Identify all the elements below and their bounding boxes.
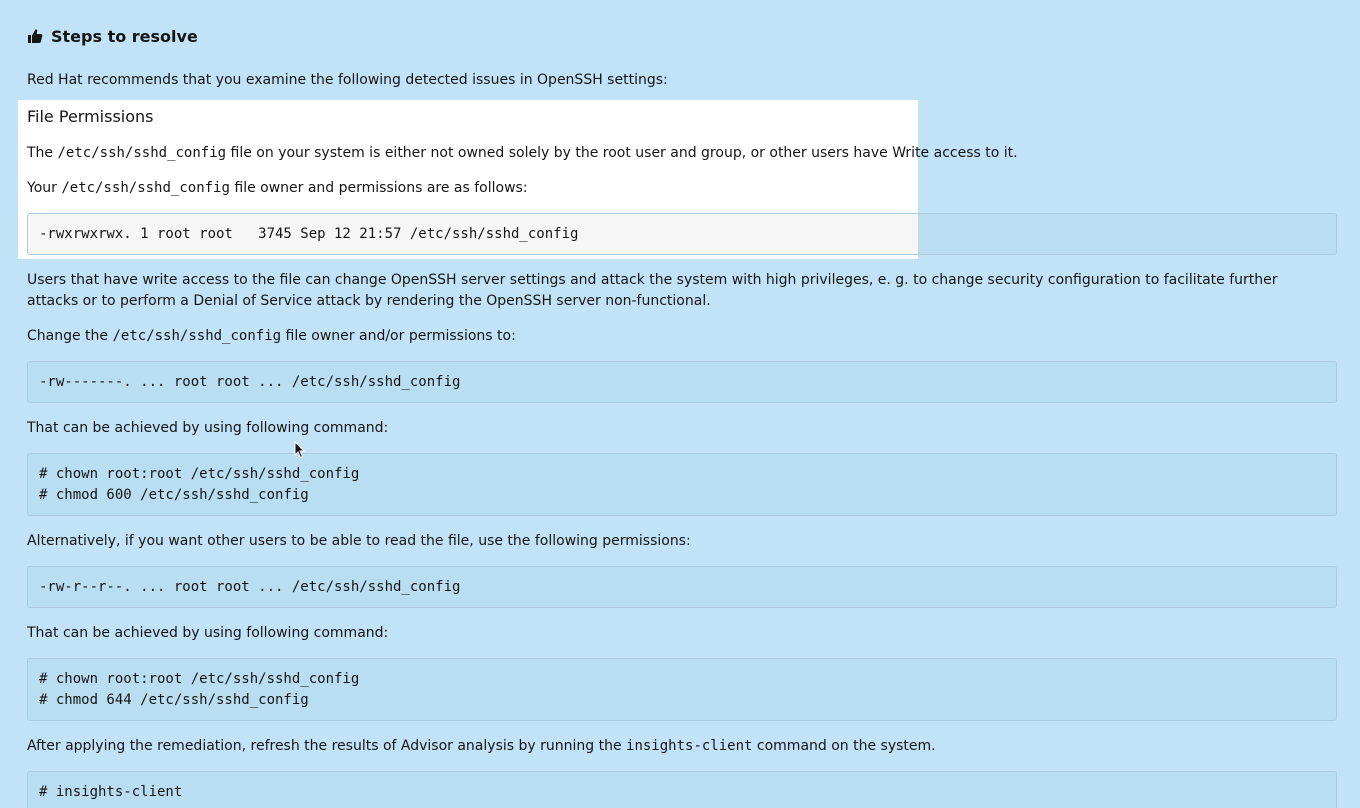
intro-text: Red Hat recommends that you examine the … <box>27 72 668 88</box>
after-remediation-text: After applying the remediation, refresh … <box>27 738 936 754</box>
alternative-text: Alternatively, if you want other users t… <box>27 533 691 549</box>
command-code: insights-client <box>626 738 753 754</box>
owner-line: Your /etc/ssh/sshd_config file owner and… <box>27 180 528 196</box>
section-title: Steps to resolve <box>51 26 198 46</box>
command-block-2[interactable]: # chown root:root /etc/ssh/sshd_config #… <box>27 658 1337 721</box>
final-command-block[interactable]: # insights-client <box>27 771 1337 808</box>
file-permissions-description: The /etc/ssh/sshd_config file on your sy… <box>27 145 1018 161</box>
alternative-permissions-block[interactable]: -rw-r--r--. ... root root ... /etc/ssh/s… <box>27 566 1337 608</box>
path-code: /etc/ssh/sshd_config <box>112 328 282 344</box>
change-line: Change the /etc/ssh/sshd_config file own… <box>27 328 516 344</box>
recommended-permissions-block[interactable]: -rw-------. ... root root ... /etc/ssh/s… <box>27 361 1337 403</box>
risk-text: Users that have write access to the file… <box>27 272 1278 309</box>
command-block-1[interactable]: # chown root:root /etc/ssh/sshd_config #… <box>27 453 1337 516</box>
section-heading: Steps to resolve <box>27 24 198 48</box>
path-code: /etc/ssh/sshd_config <box>61 180 230 196</box>
thumbs-up-icon <box>27 28 43 44</box>
current-permissions-block[interactable]: -rwxrwxrwx. 1 root root 3745 Sep 12 21:5… <box>27 213 1337 255</box>
mouse-cursor-icon <box>294 440 306 459</box>
file-permissions-title: File Permissions <box>27 107 154 126</box>
command-intro-2: That can be achieved by using following … <box>27 625 389 641</box>
path-code: /etc/ssh/sshd_config <box>57 145 227 161</box>
command-intro-1: That can be achieved by using following … <box>27 420 389 436</box>
